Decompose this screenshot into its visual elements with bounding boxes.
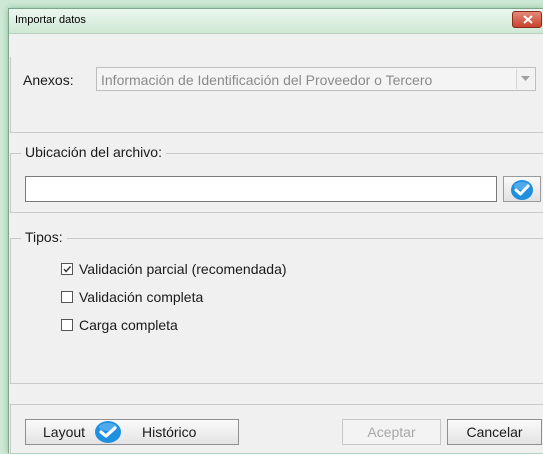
check-circle-icon [511, 180, 533, 200]
layout-label: Layout [43, 424, 86, 440]
close-icon [523, 15, 533, 24]
dropdown-button[interactable] [516, 69, 534, 89]
title-bar[interactable]: Importar datos [9, 9, 543, 34]
import-dialog: Importar datos Anexos: Información de Id… [8, 8, 543, 454]
checkbox-label: Carga completa [79, 317, 178, 333]
checkbox-label: Validación completa [79, 289, 204, 305]
checkbox[interactable] [61, 319, 73, 331]
historico-label: Histórico [142, 424, 197, 440]
aceptar-button[interactable]: Aceptar [342, 419, 441, 445]
tipos-legend: Tipos: [21, 229, 67, 245]
chevron-down-icon [521, 76, 530, 81]
file-path-input[interactable] [25, 176, 497, 202]
checkbox[interactable] [61, 263, 73, 275]
checkbox-label: Validación parcial (recomendada) [79, 261, 287, 277]
browse-file-button[interactable] [503, 176, 541, 202]
layout-historico-button[interactable]: Layout Histórico [25, 419, 239, 445]
tipos-group [10, 238, 543, 384]
checkmark-icon [63, 266, 72, 273]
ubicacion-legend: Ubicación del archivo: [21, 144, 166, 160]
anexos-label: Anexos: [23, 72, 74, 88]
anexos-select[interactable]: Información de Identificación del Provee… [96, 67, 536, 91]
anexos-select-value: Información de Identificación del Provee… [101, 72, 433, 88]
window-title: Importar datos [15, 14, 86, 26]
close-button[interactable] [512, 11, 542, 28]
checkbox[interactable] [61, 291, 73, 303]
cancelar-button[interactable]: Cancelar [447, 419, 542, 445]
check-circle-icon [95, 421, 121, 443]
